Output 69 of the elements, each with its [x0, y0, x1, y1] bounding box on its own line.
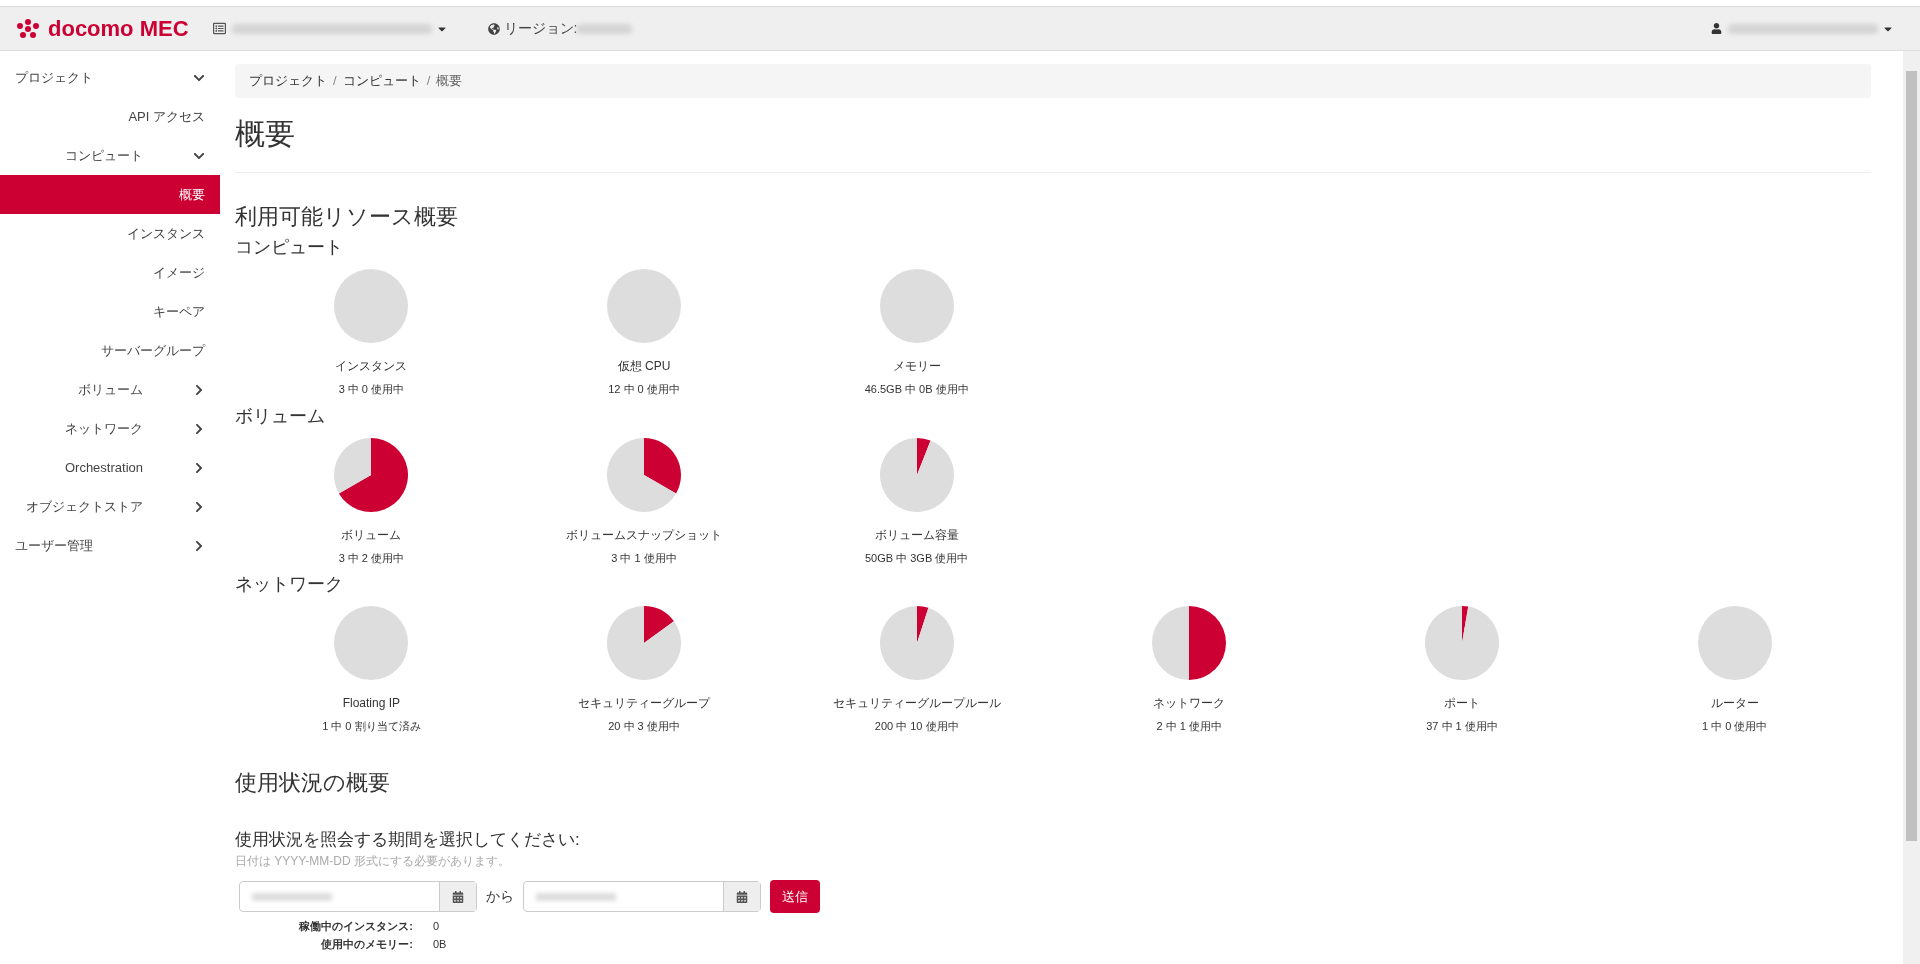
region-label: リージョン: [503, 19, 578, 38]
pie-usage: 12 中 0 使用中 [608, 382, 680, 397]
sidebar-item[interactable]: サーバーグループ [0, 331, 220, 370]
breadcrumb-link[interactable]: コンピュート [342, 71, 421, 91]
calendar-icon [736, 890, 748, 903]
pie-usage: 37 中 1 使用中 [1426, 719, 1498, 734]
user-menu[interactable] [1728, 22, 1894, 35]
pie-label: ネットワーク [1153, 695, 1226, 712]
sidebar-item[interactable]: イメージ [0, 253, 220, 292]
period-prompt: 使用状況を照会する期間を選択してください: [235, 828, 581, 851]
pie-label: セキュリティーグループルール [832, 695, 1001, 712]
pie-label: 仮想 CPU [617, 358, 671, 375]
pie-usage: 200 中 10 使用中 [874, 719, 959, 734]
sidebar-item[interactable]: キーペア [0, 292, 220, 331]
section-title: 利用可能リソース概要 [235, 203, 459, 231]
breadcrumb-separator: / [426, 72, 431, 91]
pie-label: ポート [1444, 695, 1480, 712]
breadcrumb-separator: / [333, 72, 337, 91]
pie-usage: 50GB 中 3GB 使用中 [865, 550, 969, 566]
group-title: ボリューム [235, 404, 326, 428]
pie-label: ルーター [1710, 695, 1759, 712]
pie-usage: 1 中 0 割り当て済み [322, 719, 421, 734]
sidebar-item[interactable]: プロジェクト [0, 58, 220, 97]
group-title: コンピュート [235, 236, 344, 259]
user-icon [1711, 23, 1722, 34]
blurred-text [577, 23, 633, 34]
project-icon [212, 22, 226, 35]
submit-button[interactable]: 送信 [770, 880, 820, 913]
pie-label: インスタンス [335, 358, 408, 375]
stat-value: 0B [433, 937, 447, 952]
pie-usage: 2 中 1 使用中 [1156, 719, 1222, 734]
pie-label: ボリュームスナップショット [566, 526, 722, 544]
pie-usage: 3 中 0 使用中 [338, 382, 405, 397]
logo-icon [14, 17, 42, 40]
pie-label: ボリューム [341, 526, 402, 544]
sidebar-item[interactable]: ボリューム [0, 370, 220, 409]
stat-value: 0 [433, 919, 440, 934]
globe-icon [487, 22, 500, 35]
sidebar-item[interactable]: ユーザー管理 [0, 526, 220, 565]
sidebar-item[interactable]: API アクセス [0, 97, 220, 136]
stat-label: 使用中のメモリー: [320, 937, 413, 952]
pie-usage: 20 中 3 使用中 [608, 719, 680, 734]
sidebar-item[interactable]: オブジェクトストア [0, 487, 220, 526]
sidebar-item[interactable]: ネットワーク [0, 409, 220, 448]
pie-usage: 3 中 2 使用中 [338, 550, 405, 566]
pie-label: ボリューム容量 [874, 526, 959, 544]
range-separator: から [486, 887, 514, 906]
sidebar-item[interactable]: インスタンス [0, 214, 220, 253]
pie-label: セキュリティーグループ [578, 695, 710, 712]
calendar-icon [452, 890, 464, 903]
stat-label: 稼働中のインスタンス: [298, 919, 413, 934]
pie-usage: 3 中 1 使用中 [611, 550, 677, 566]
sidebar-item[interactable]: 概要 [0, 175, 220, 214]
section-title: 使用状況の概要 [235, 768, 391, 797]
breadcrumb-link[interactable]: 概要 [436, 71, 463, 91]
breadcrumb-link[interactable]: プロジェクト [249, 71, 327, 91]
end-date-field[interactable] [523, 881, 761, 912]
pie-usage: 1 中 0 使用中 [1701, 719, 1768, 734]
group-title: ネットワーク [235, 573, 344, 596]
logo-text: docomo MEC [48, 15, 189, 43]
page-title: 概要 [235, 114, 1871, 173]
project-selector[interactable] [231, 22, 448, 35]
date-format-hint: 日付は YYYY-MM-DD 形式にする必要があります。 [235, 853, 511, 870]
pie-label: メモリー [892, 358, 941, 375]
pie-usage: 46.5GB 中 0B 使用中 [864, 382, 969, 397]
start-date-field[interactable] [239, 881, 477, 912]
sidebar-item[interactable]: Orchestration [0, 448, 220, 487]
pie-label: Floating IP [342, 695, 400, 712]
sidebar-item[interactable]: コンピュート [0, 136, 220, 175]
